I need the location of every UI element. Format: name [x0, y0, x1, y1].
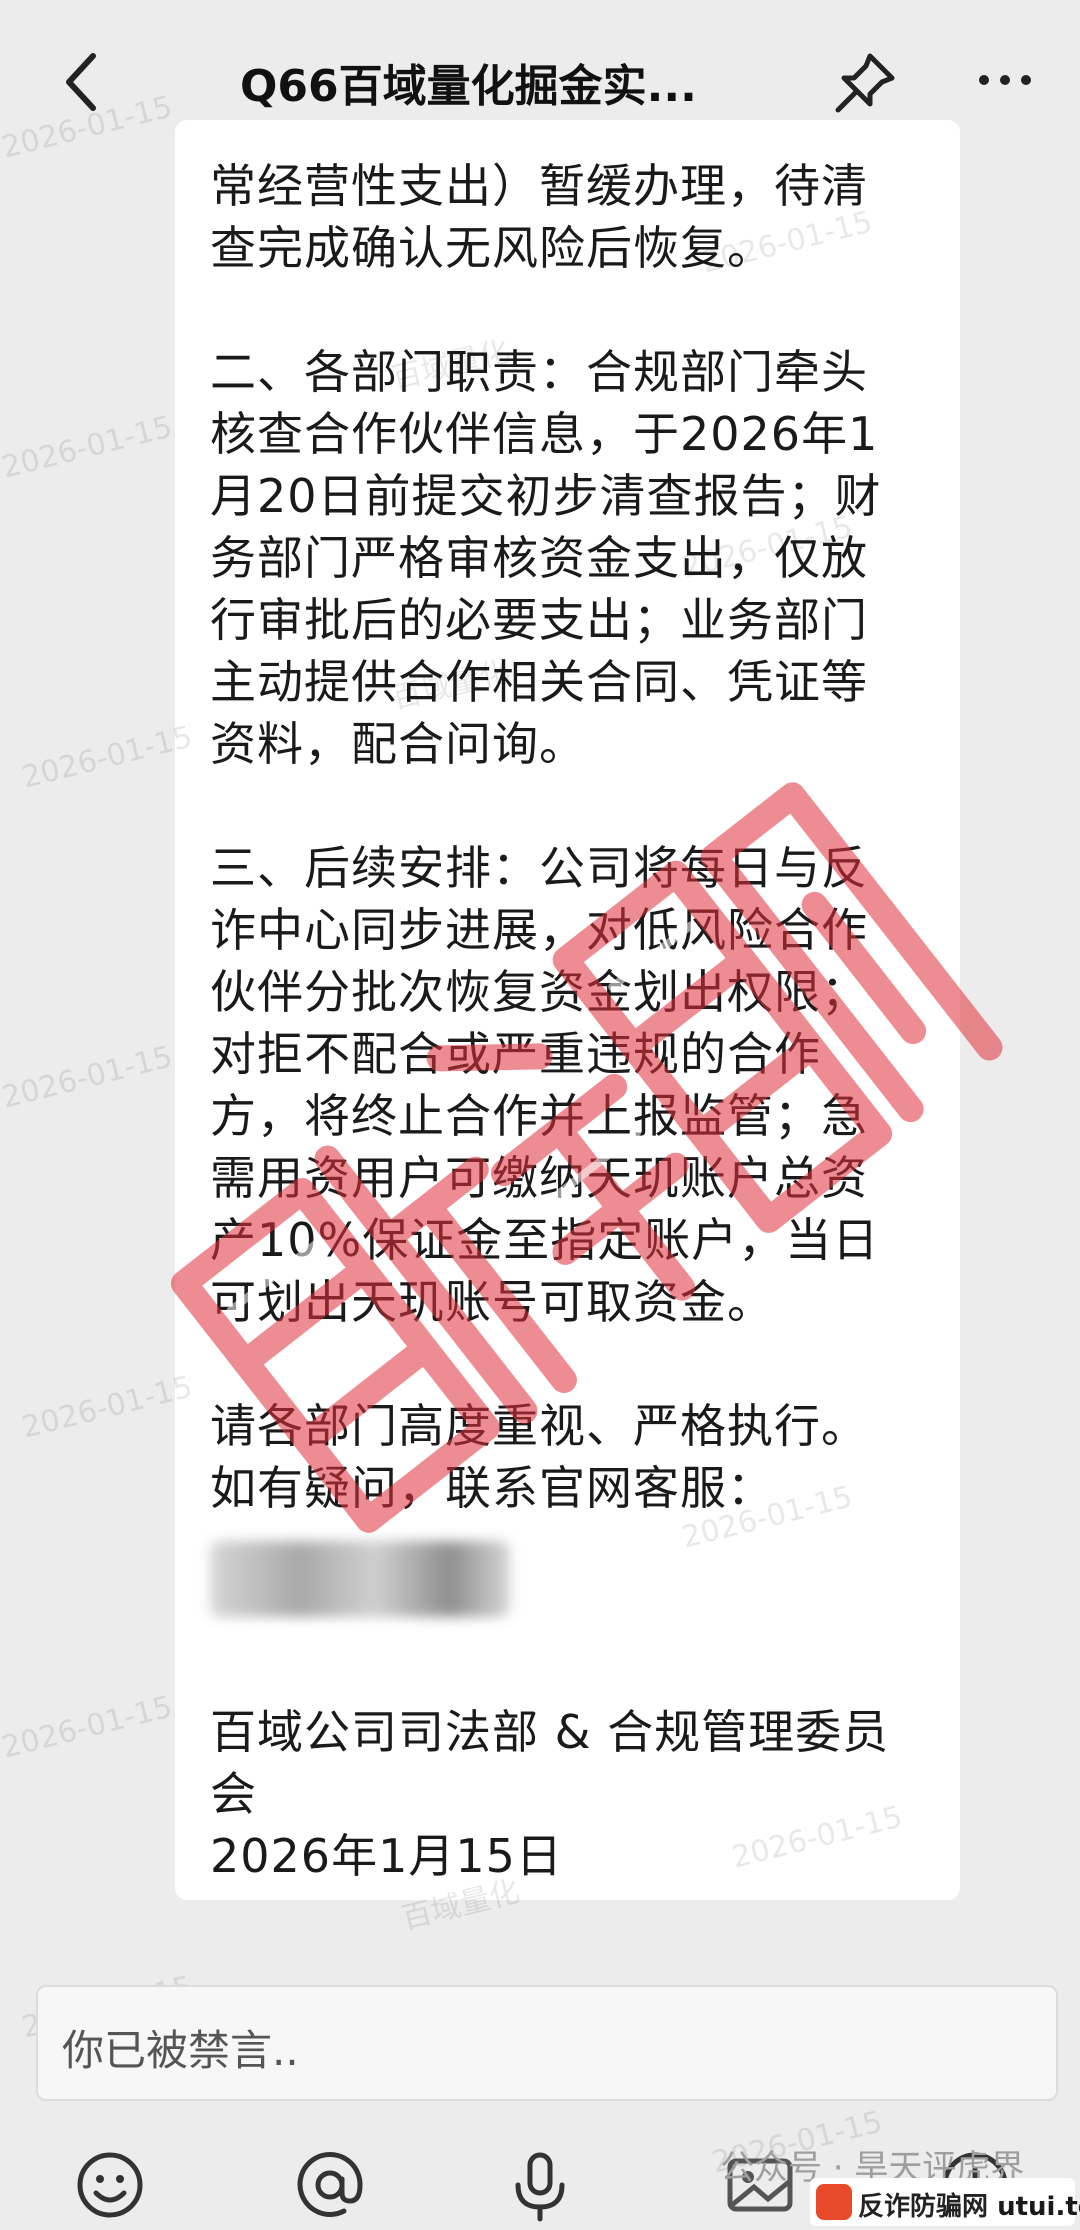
site-badge: 反诈防骗网 utui.top [810, 2178, 1080, 2226]
date-watermark: 2026-01-15 [18, 1369, 197, 1446]
message-line: 常经营性支出）暂缓办理，待清 [210, 159, 868, 213]
at-icon [297, 2152, 363, 2217]
message-line: 查完成确认无风险后恢复。 [210, 221, 774, 275]
voice-icon [515, 2152, 565, 2222]
message-line: 诈中心同步进展，对低风险合作 [210, 903, 868, 957]
message-line: 三、后续安排：公司将每日与反 [210, 841, 868, 895]
redacted-contact [210, 1541, 510, 1617]
voice-button[interactable] [500, 2145, 580, 2225]
emoji-button[interactable] [70, 2145, 150, 2225]
message-line: 需用资用户可缴纳天玑账户总资 [210, 1151, 868, 1205]
more-options-button[interactable] [970, 60, 1040, 100]
message-line: 2026年1月15日 [210, 1829, 563, 1883]
more-icon [979, 75, 1031, 85]
pin-button[interactable] [830, 48, 900, 118]
message-line: 对拒不配合或严重违规的合作 [210, 1027, 821, 1081]
message-line: 伙伴分批次恢复资金划出权限； [210, 965, 868, 1019]
date-watermark: 2026-01-15 [0, 1039, 177, 1116]
muted-notice: 你已被禁言.. [62, 2026, 299, 2075]
site-logo-icon [816, 2184, 852, 2220]
message-line: 月20日前提交初步清查报告；财 [210, 469, 882, 523]
pin-icon [835, 53, 895, 113]
message-line: 行审批后的必要支出；业务部门 [210, 593, 868, 647]
back-arrow-icon [66, 53, 96, 111]
back-button[interactable] [55, 42, 115, 122]
message-line: 会 [210, 1767, 257, 1821]
message-line: 可划出天玑账号可取资金。 [210, 1275, 774, 1329]
message-line: 核查合作伙伴信息，于2026年1 [210, 407, 879, 461]
message-line: 资料，配合问询。 [210, 717, 586, 771]
message-input[interactable]: 你已被禁言.. [36, 1985, 1058, 2101]
date-watermark: 2026-01-15 [18, 719, 197, 796]
emoji-icon [77, 2152, 143, 2218]
site-badge-domain: utui.top [997, 2192, 1080, 2222]
message-line: 百域公司司法部 & 合规管理委员 [210, 1705, 890, 1759]
mention-button[interactable] [290, 2145, 370, 2225]
site-badge-text: 反诈防骗网 utui.top [858, 2186, 1080, 2223]
site-badge-name: 反诈防骗网 [858, 2192, 989, 2222]
message-line: 请各部门高度重视、严格执行。 [210, 1399, 868, 1453]
message-line: 方，将终止合作并上报监管；急 [210, 1089, 868, 1143]
date-watermark: 2026-01-15 [0, 409, 177, 486]
message-line: 二、各部门职责：合规部门牵头 [210, 345, 868, 399]
chat-title: Q66百域量化掘金实... [240, 61, 697, 112]
message-line: 主动提供合作相关合同、凭证等 [210, 655, 868, 709]
message-line: 如有疑问，联系官网客服： [210, 1461, 774, 1515]
message-line: 务部门严格审核资金支出，仅放 [210, 531, 868, 585]
message-text: 常经营性支出）暂缓办理，待清 查完成确认无风险后恢复。 二、各部门职责：合规部门… [210, 155, 920, 1887]
message-line: 产10%保证金至指定账户，当日 [210, 1213, 880, 1267]
date-watermark: 2026-01-15 [0, 1689, 177, 1766]
